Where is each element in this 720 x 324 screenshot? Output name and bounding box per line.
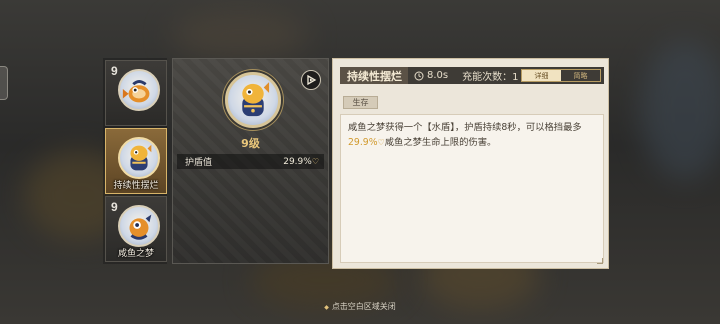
description-text: 咸鱼之梦获得一个【水盾】，护盾持续8秒，可以格挡最多 [348,122,582,133]
fish-mascot-icon [118,69,160,111]
play-icon [307,74,317,86]
play-preview-button[interactable] [301,70,321,90]
stat-label: 护盾值 [185,158,213,168]
corner-decoration [597,258,603,264]
skill-slot-2-selected[interactable]: 持续性摆烂 [105,128,167,194]
tab-brief[interactable]: 简略 [561,70,600,81]
skill-level: 9 [111,200,118,214]
charge-count: 充能次数：1 [462,72,519,83]
fish-mascot-icon [118,137,160,179]
skill-description-panel: 持续性摆烂 8.0s 充能次数：1 详细 简略 生存 咸鱼之梦获得一个【水盾】，… [332,58,609,269]
description-highlight: 29.9% [348,137,378,148]
tab-detail[interactable]: 详细 [522,70,561,81]
skill-title: 持续性摆烂 [340,67,408,84]
skill-name: 持续性摆烂 [113,181,159,191]
close-hint: ◆ 点击空白区域关闭 [0,301,720,312]
fish-mascot-icon [118,205,160,247]
skill-list: 9 持续性摆烂 9 咸鱼之梦 [103,58,167,264]
category-tag: 生存 [343,96,378,109]
skill-description: 咸鱼之梦获得一个【水盾】，护盾持续8秒，可以格挡最多 29.9%♡咸鱼之梦生命上限… [340,114,604,263]
stat-value: 29.9% [283,156,312,167]
detail-toggle: 详细 简略 [521,69,601,82]
skill-duration: 8.0s [427,70,449,81]
skill-slot-3[interactable]: 9 咸鱼之梦 [105,196,167,262]
skill-detail-panel: 9级 护盾值 29.9%♡ [172,58,329,264]
fish-mascot-icon [225,72,281,128]
skill-name: 咸鱼之梦 [117,249,154,259]
clock-icon [414,71,424,81]
side-collapse-tab[interactable] [0,66,8,100]
skill-level: 9 [111,64,118,78]
background-shape [170,10,310,60]
heart-icon: ♡ [311,156,319,166]
skill-header: 持续性摆烂 8.0s 充能次数：1 详细 简略 [340,67,604,84]
heart-icon: ♡ [377,138,385,147]
shield-stat-row: 护盾值 29.9%♡ [177,154,324,169]
diamond-icon: ◆ [324,304,329,311]
description-text: 咸鱼之梦生命上限的伤害。 [384,137,497,148]
skill-slot-1[interactable]: 9 [105,60,167,126]
close-hint-text: 点击空白区域关闭 [331,302,396,311]
skill-level-label: 9级 [241,137,260,150]
background-shape [640,40,720,180]
